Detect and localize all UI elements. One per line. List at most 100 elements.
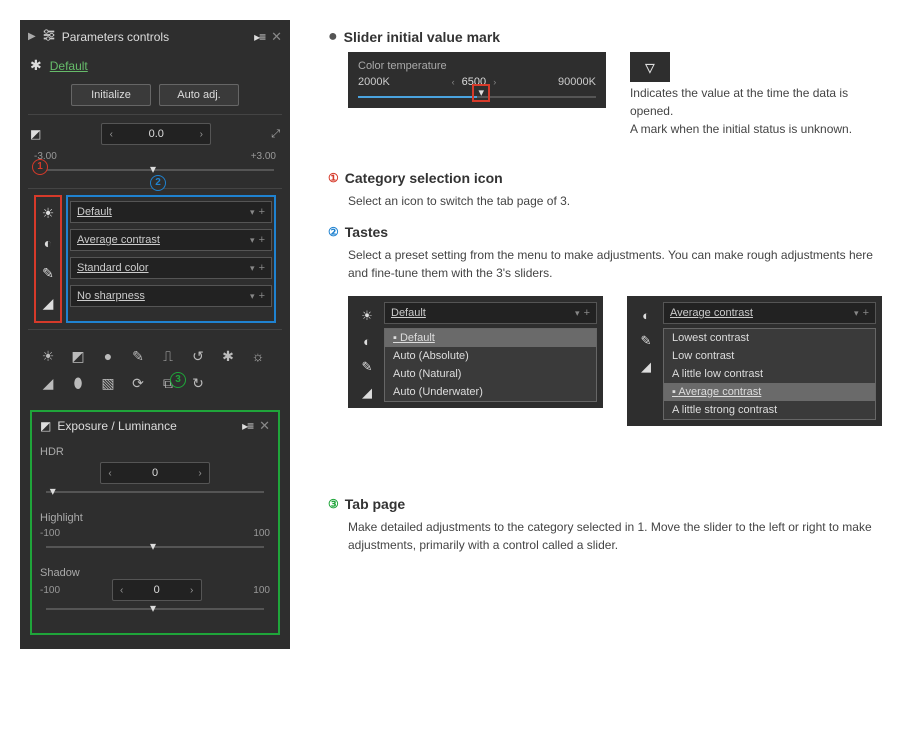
dd1-header[interactable]: Default▾+ [384,302,597,324]
exposure-icon[interactable]: ◩ [70,348,86,365]
initial-value-mark-highlight: ▾ [472,84,490,102]
noise-icon[interactable]: ▧ [100,375,116,392]
tastes-list: Default▾+ Average contrast▾+ Standard co… [66,195,276,323]
exposure-slider[interactable] [36,164,274,176]
category-selection-icons: ☀ ◐ ✎ ◢ [34,195,62,323]
sun-icon[interactable]: ☀ [40,348,56,365]
auto-adjust-button[interactable]: Auto adj. [159,84,239,106]
dd2-item[interactable]: Average contrast [664,383,875,401]
ct-min: 2000K [358,76,390,88]
highlight-label: Highlight [40,506,270,524]
chevron-left-icon[interactable]: ‹ [101,468,119,479]
tastes-desc: Select a preset setting from the menu to… [348,246,882,282]
chevron-right-icon[interactable]: › [183,585,201,596]
preset-select[interactable]: Default [50,59,280,73]
sun-icon[interactable]: ☀ [42,205,55,223]
chevron-left-icon[interactable]: ‹ [102,129,120,140]
taste-default[interactable]: Default▾+ [70,201,272,223]
dd2-menu[interactable]: Lowest contrast Low contrast A little lo… [663,328,876,420]
dd2-item[interactable]: A little strong contrast [664,401,875,419]
contrast-icon: ◐ [642,308,650,323]
exposure-stepper[interactable]: ‹ 0.0 › [101,123,211,145]
chevron-right-icon[interactable]: › [191,468,209,479]
dropdown-example-2: ◐ ✎ ◢ Average contrast▾+ Lowest contrast… [627,296,882,426]
chevron-left-icon[interactable]: ‹ [113,585,131,596]
exposure-icon: ◩ [30,127,41,141]
mark-desc: Indicates the value at the time the data… [630,84,882,138]
settings-icon[interactable]: ✱ [220,348,236,365]
dd1-item[interactable]: Auto (Natural) [385,365,596,383]
badge-3: 3 [170,372,186,388]
initial-value-mark-icon [150,539,160,551]
exposure-max: +3.00 [251,151,276,162]
expand-icon[interactable]: ⤢ [271,128,280,141]
dd1-item[interactable]: Auto (Underwater) [385,383,596,401]
highlight-slider[interactable] [46,541,264,553]
category-desc: Select an icon to switch the tab page of… [348,192,882,210]
tab-title: Exposure / Luminance [57,419,236,433]
shadow-min: -100 [40,585,60,596]
tab-close-icon[interactable]: ✕ [259,418,270,434]
tab-menu-icon[interactable]: ▸≡ [242,419,253,433]
eyedropper-icon[interactable]: ✎ [42,265,54,283]
dd2-item[interactable]: A little low contrast [664,365,875,383]
tabpage-desc: Make detailed adjustments to the categor… [348,518,882,554]
taste-contrast[interactable]: Average contrast▾+ [70,229,272,251]
dd2-header[interactable]: Average contrast▾+ [663,302,876,324]
contrast-icon[interactable]: ◐ [44,235,52,253]
initial-value-mark-icon [150,601,160,613]
crop-icon[interactable]: ⎍ [160,348,176,365]
ct-slider[interactable]: ▾ [358,94,596,100]
dd1-item[interactable]: Auto (Absolute) [385,347,596,365]
more-icon[interactable]: ↻ [190,375,206,392]
shadow-slider[interactable] [46,603,264,615]
shadow-max: 100 [253,585,270,596]
brush-icon[interactable]: ✎ [130,348,146,365]
preset-row: ✱ Default [28,51,282,80]
hdr-label: HDR [40,440,270,458]
initial-value-mark-icon [150,162,160,174]
panel-title: Parameters controls [62,30,248,44]
menu-icon[interactable]: ▸≡ [254,30,265,44]
dd2-item[interactable]: Low contrast [664,347,875,365]
shadow-stepper[interactable]: ‹ 0 › [112,579,202,601]
sharpness-icon[interactable]: ◢ [43,295,54,313]
ct-max: 90000K [558,76,596,88]
wb-icon[interactable]: ● [100,348,116,365]
dd1-menu[interactable]: Default Auto (Absolute) Auto (Natural) A… [384,328,597,402]
gear-icon[interactable]: ✱ [30,57,42,74]
badge-2: 2 [150,175,166,191]
exposure-section: ◩ ‹ 0.0 › ⤢ -3.00 +3.00 1 2 [28,114,282,188]
initial-value-mark-icon [50,484,60,496]
sharpen-icon[interactable]: ◢ [40,375,56,392]
dd1-item[interactable]: Default [385,329,596,347]
parameters-controls-panel: ▶ Parameters controls ▸≡ ✕ ✱ Default Ini… [20,20,290,649]
highlight-min: -100 [40,528,60,539]
chevron-right-icon[interactable]: › [192,129,210,140]
undo-icon[interactable]: ↺ [190,348,206,365]
color-temperature-example: Color temperature 2000K ‹ 6500 › 90000K … [348,52,606,108]
hdr-stepper[interactable]: ‹ 0 › [100,462,210,484]
sun-icon: ☀ [361,308,373,324]
exposure-value: 0.0 [120,128,192,140]
initialize-button[interactable]: Initialize [71,84,151,106]
hdr-slider[interactable] [46,486,264,498]
lens-icon[interactable]: ⬮ [70,375,86,392]
taste-color[interactable]: Standard color▾+ [70,257,272,279]
dd2-item[interactable]: Lowest contrast [664,329,875,347]
section-tastes: ②Tastes [328,224,882,240]
panel-header: ▶ Parameters controls ▸≡ ✕ [28,26,282,51]
dropdown-example-1: ☀ ◐ ✎ ◢ Default▾+ Default Auto (Absolute… [348,296,603,408]
category-toolbar: ☀ ◩ ● ✎ ⎍ ↺ ✱ ☼ ◢ ⬮ ▧ ⟳ ⧉ ↻ [30,338,280,402]
close-icon[interactable]: ✕ [271,29,282,45]
taste-sharpness[interactable]: No sharpness▾+ [70,285,272,307]
rotate-icon[interactable]: ⟳ [130,375,146,392]
unknown-mark-icon: ▿ [630,52,670,82]
sharpness-icon: ◢ [362,385,372,401]
chevron-right-icon[interactable]: ▶ [28,31,36,42]
exposure-tab-icon: ◩ [40,419,51,433]
highlight-icon[interactable]: ☼ [250,348,266,365]
contrast-icon: ◐ [363,334,371,349]
section-mark: ●Slider initial value mark [328,28,882,46]
highlight-max: 100 [253,528,270,539]
